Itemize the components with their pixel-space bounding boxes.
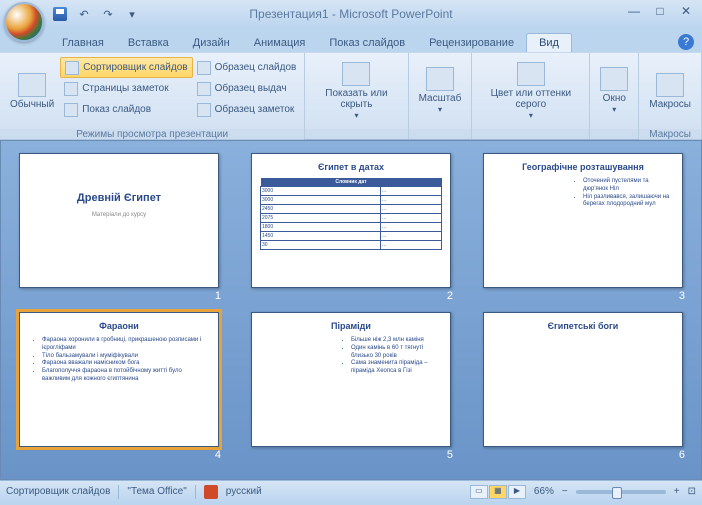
slide-sorter-button[interactable]: Сортировщик слайдов: [60, 57, 192, 78]
slide-number: 3: [679, 290, 685, 302]
status-language[interactable]: русский: [226, 486, 262, 497]
handout-master-button[interactable]: Образец выдач: [193, 78, 301, 99]
slide-thumb-6[interactable]: Єгипетські боги: [483, 312, 683, 447]
slide2-title: Єгипет в датах: [260, 162, 442, 172]
slideshow-button[interactable]: Показ слайдов: [60, 99, 192, 120]
minimize-button[interactable]: —: [624, 4, 644, 20]
zoom-button[interactable]: Масштаб: [413, 57, 468, 125]
slide-master-button[interactable]: Образец слайдов: [193, 57, 301, 78]
normal-view-button[interactable]: Обычный: [4, 57, 60, 125]
slide4-bullet: Фараона хоронили в гробниці, прикрашеною…: [42, 337, 210, 353]
window-title: Презентация1 - Microsoft PowerPoint: [249, 7, 452, 21]
tab-home[interactable]: Главная: [50, 34, 116, 52]
view-sorter-icon[interactable]: ▦: [489, 485, 507, 499]
redo-button[interactable]: ↷: [98, 4, 118, 24]
fit-window-button[interactable]: ⊡: [688, 486, 696, 497]
group-macros: Макросы: [639, 129, 701, 140]
slide-number: 6: [679, 449, 685, 461]
tab-design[interactable]: Дизайн: [181, 34, 242, 52]
maximize-button[interactable]: □: [650, 4, 670, 20]
slide5-bullet: Один камінь в 60 т тягнуті близько 30 ро…: [351, 345, 442, 361]
tab-animation[interactable]: Анимация: [242, 34, 318, 52]
view-normal-icon[interactable]: ▭: [470, 485, 488, 499]
save-button[interactable]: [50, 4, 70, 24]
zoom-percent[interactable]: 66%: [534, 486, 554, 497]
slide5-bullet: Сама знаменита піраміда – піраміда Хеопс…: [351, 360, 442, 376]
slide3-bullet: Оточений пустелями та дюр'янок Ніл: [583, 178, 674, 194]
slideshow-label: Показ слайдов: [82, 104, 151, 115]
window-label: Окно: [603, 93, 626, 104]
macros-label: Макросы: [649, 99, 691, 110]
slide3-title: Географічне розташування: [492, 162, 674, 172]
slide4-title: Фараони: [28, 321, 210, 331]
handout-master-label: Образец выдач: [215, 83, 287, 94]
notes-page-label: Страницы заметок: [82, 83, 168, 94]
view-show-icon[interactable]: ▶: [508, 485, 526, 499]
slide-master-label: Образец слайдов: [215, 62, 297, 73]
slide5-bullet: Більше ніж 2,3 млн каміня: [351, 337, 442, 345]
slide1-title: Древній Єгипет: [28, 192, 210, 204]
status-view-mode: Сортировщик слайдов: [6, 486, 110, 497]
slide5-title: Піраміди: [260, 321, 442, 331]
tab-insert[interactable]: Вставка: [116, 34, 181, 52]
slide-number: 4: [215, 449, 221, 461]
slide2-table-header: Словник дат: [261, 178, 442, 187]
slide-sorter-workspace[interactable]: Древній Єгипет Матеріали до курсу 1 Єгипет…: [0, 140, 702, 480]
language-icon: [204, 485, 218, 499]
slide-thumb-1[interactable]: Древній Єгипет Матеріали до курсу: [19, 153, 219, 288]
close-button[interactable]: ✕: [676, 4, 696, 20]
slide6-title: Єгипетські боги: [492, 321, 674, 331]
undo-button[interactable]: ↶: [74, 4, 94, 24]
tab-review[interactable]: Рецензирование: [417, 34, 526, 52]
group-presentation-views: Режимы просмотра презентации: [0, 129, 304, 140]
slide-thumb-2[interactable]: Єгипет в датахСловник дат3000...3000...2…: [251, 153, 451, 288]
slide4-bullet: Благополуччя фараона в потойбічному житт…: [42, 368, 210, 384]
office-button[interactable]: [4, 2, 44, 42]
show-hide-label: Показать или скрыть: [315, 88, 397, 110]
color-grayscale-button[interactable]: Цвет или оттенки серого: [476, 57, 585, 125]
slide-sorter-label: Сортировщик слайдов: [83, 62, 187, 73]
zoom-label: Масштаб: [419, 93, 462, 104]
color-grayscale-label: Цвет или оттенки серого: [482, 88, 579, 110]
slide4-bullet: Тіло бальзамували і муміфікували: [42, 353, 210, 361]
slide-thumb-3[interactable]: Географічне розташування Оточений пустеля…: [483, 153, 683, 288]
zoom-in-button[interactable]: +: [674, 486, 680, 497]
show-hide-button[interactable]: Показать или скрыть: [309, 57, 403, 125]
slide1-subtitle: Матеріали до курсу: [28, 212, 210, 218]
tab-view[interactable]: Вид: [526, 33, 572, 52]
slide-number: 1: [215, 290, 221, 302]
zoom-slider[interactable]: [576, 490, 666, 494]
slide-thumb-4[interactable]: Фараони Фараона хоронили в гробниці, прик…: [19, 312, 219, 447]
help-button[interactable]: ?: [678, 34, 694, 50]
slide-number: 5: [447, 449, 453, 461]
notes-master-label: Образец заметок: [215, 104, 295, 115]
slide-thumb-5[interactable]: Піраміди Більше ніж 2,3 млн каміняОдин ка…: [251, 312, 451, 447]
macros-button[interactable]: Макросы: [643, 57, 697, 125]
zoom-out-button[interactable]: −: [562, 486, 568, 497]
notes-master-button[interactable]: Образец заметок: [193, 99, 301, 120]
qat-more[interactable]: ▾: [122, 4, 142, 24]
normal-view-label: Обычный: [10, 99, 54, 110]
notes-page-button[interactable]: Страницы заметок: [60, 78, 192, 99]
tab-slideshow[interactable]: Показ слайдов: [317, 34, 417, 52]
slide-number: 2: [447, 290, 453, 302]
window-button[interactable]: Окно: [594, 57, 634, 125]
slide3-bullet: Ніл разливався, залишаючи на берегах пло…: [583, 194, 674, 210]
status-theme: "Тема Office": [127, 486, 186, 497]
